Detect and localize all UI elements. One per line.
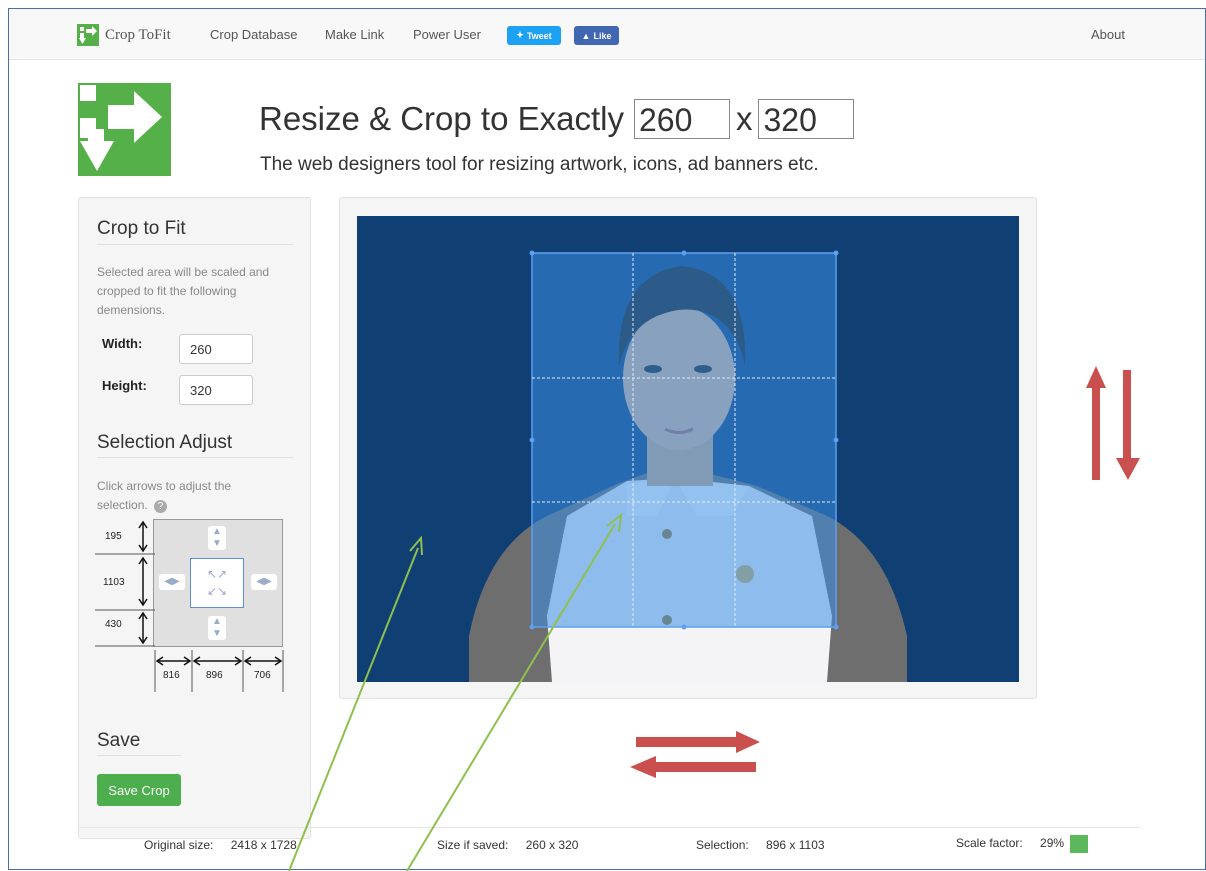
crop-selection — [531, 252, 837, 628]
save-heading: Save — [97, 730, 141, 751]
nav-crop-database[interactable]: Crop Database — [210, 27, 297, 42]
resize-handle — [833, 250, 839, 256]
nav-about[interactable]: About — [1091, 27, 1125, 42]
resize-handle — [529, 437, 535, 443]
nav-make-link[interactable]: Make Link — [325, 27, 384, 42]
title-height-input[interactable]: 320 — [758, 99, 855, 139]
crop-tofit-logo — [78, 83, 171, 176]
saved-size-label: Size if saved: — [437, 838, 509, 852]
like-button[interactable]: ▲ Like — [574, 26, 619, 45]
resize-handle — [681, 624, 687, 630]
title-prefix: Resize & Crop to Exactly — [259, 100, 624, 137]
selection-readout: Selection: 896 x 1103 — [696, 838, 825, 852]
crop-help-text: Selected area will be scaled and cropped… — [97, 265, 270, 317]
height-label: Height: — [102, 378, 147, 393]
selection-adjust-heading: Selection Adjust — [97, 432, 233, 453]
crop-photo-area[interactable] — [357, 216, 1019, 682]
selection-adjust-widget: ↖↗ ↙↘ ▲ ▼ ▲ ▼ ◀▶ ◀▶ 195 1103 430 816 896… — [95, 514, 295, 692]
dimension-lines — [95, 520, 284, 692]
title-separator: x — [735, 100, 753, 137]
tweet-button[interactable]: ✦ Tweet — [507, 26, 561, 45]
selection-value: 896 x 1103 — [766, 838, 825, 852]
scale-factor-value: 29% — [1040, 836, 1065, 851]
divider — [97, 457, 293, 458]
navbar: Crop ToFit Crop Database Make Link Power… — [9, 9, 1205, 60]
brand-name: Crop ToFit — [105, 26, 171, 43]
selection-help-text: Click arrows to adjust the selection. ? — [97, 477, 267, 515]
adjust-top-value: 195 — [105, 531, 122, 542]
adjust-middle-value: 1103 — [103, 577, 125, 588]
tweet-label: Tweet — [526, 30, 552, 41]
adjust-center-value: 896 — [206, 670, 223, 681]
like-label: Like — [593, 30, 612, 41]
title-width-input[interactable]: 260 — [633, 99, 730, 139]
divider — [97, 244, 293, 245]
adjust-bottom-value: 430 — [105, 619, 122, 630]
crop-to-fit-heading: Crop to Fit — [97, 218, 186, 239]
original-size-readout: Original size: 2418 x 1728 — [144, 838, 297, 852]
scale-indicator-swatch — [1070, 835, 1089, 853]
nav-power-user[interactable]: Power User — [413, 27, 481, 42]
width-label: Width: — [102, 336, 143, 351]
original-size-label: Original size: — [144, 838, 214, 852]
scale-factor-label: Scale factor: — [956, 836, 1023, 851]
original-size-value: 2418 x 1728 — [230, 838, 297, 852]
resize-handle — [681, 250, 687, 256]
save-crop-button[interactable]: Save Crop — [97, 774, 181, 806]
adjust-right-value: 706 — [254, 670, 271, 681]
brand-link[interactable]: Crop ToFit — [77, 23, 171, 47]
help-question-icon[interactable]: ? — [154, 500, 168, 513]
browser-frame: Crop ToFit Crop Database Make Link Power… — [8, 8, 1206, 870]
crop-tofit-logo-icon — [77, 24, 99, 46]
image-editor-panel — [339, 197, 1037, 699]
page-subtitle: The web designers tool for resizing artw… — [260, 154, 819, 175]
resize-handle — [529, 250, 535, 256]
selection-label: Selection: — [696, 838, 749, 852]
resize-handle — [833, 624, 839, 630]
resize-handle — [833, 437, 839, 443]
saved-size-value: 260 x 320 — [525, 838, 579, 852]
resize-handle — [529, 624, 535, 630]
page-title: Resize & Crop to Exactly 260 x 320 — [259, 99, 860, 139]
saved-size-readout: Size if saved: 260 x 320 — [437, 838, 578, 852]
twitter-bird-icon: ✦ — [516, 30, 524, 40]
thumbs-up-icon: ▲ — [581, 30, 591, 41]
height-input[interactable]: 320 — [179, 375, 253, 405]
width-input[interactable]: 260 — [179, 334, 253, 364]
crop-settings-panel: Crop to Fit Selected area will be scaled… — [78, 197, 311, 839]
scale-factor-readout: Scale factor: 29% — [956, 835, 1089, 853]
status-bar: Original size: 2418 x 1728 Size if saved… — [78, 827, 1141, 869]
divider — [97, 755, 181, 756]
adjust-left-value: 816 — [163, 670, 180, 681]
